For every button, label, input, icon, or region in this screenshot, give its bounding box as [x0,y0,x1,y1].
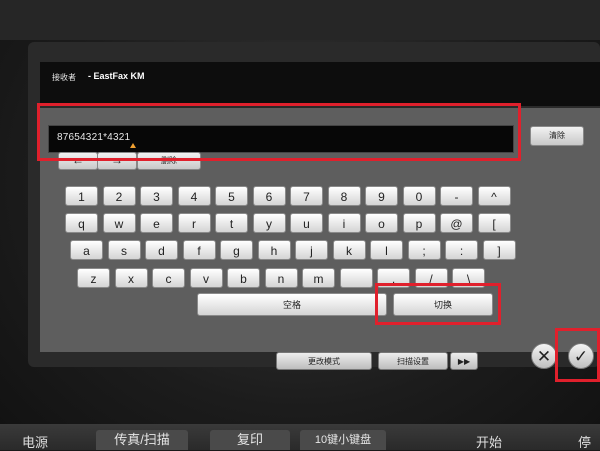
space-key[interactable]: 空格 [197,293,387,316]
close-icon: ✕ [536,347,552,366]
keyboard-key[interactable]: 8 [327,186,361,206]
keyboard-key[interactable]: t [215,213,248,233]
keyboard-key[interactable]: : [445,240,478,260]
keyboard-key[interactable]: 4 [177,186,211,206]
keyboard-key[interactable]: 6 [252,186,286,206]
keyboard-key[interactable]: j [295,240,328,260]
keyboard-key[interactable]: h [257,240,291,260]
highlight-ok-button [555,328,600,382]
keyboard-key[interactable]: e [140,213,173,233]
keyboard-key[interactable]: 9 [365,186,398,206]
keyboard-key[interactable]: u [290,213,323,233]
copy-key[interactable]: 复印 [210,430,290,450]
keyboard-key[interactable]: z [77,268,110,288]
keyboard-key[interactable]: - [440,186,473,206]
power-key-label[interactable]: 电源 [22,432,48,451]
keyboard-key[interactable]: l [370,240,403,260]
keyboard-key[interactable]: ^ [477,186,511,206]
keyboard-key[interactable] [339,268,373,288]
keyboard-key[interactable]: m [302,268,335,288]
start-key-label[interactable]: 开始 [476,432,502,451]
keyboard-key[interactable]: 0 [402,186,436,206]
keyboard-key[interactable]: g [220,240,253,260]
keyboard-key[interactable]: f [182,240,216,260]
next-page-button[interactable]: ▶▶ [450,352,478,370]
keyboard-key[interactable]: a [70,240,103,260]
keyboard-key[interactable]: [ [477,213,511,233]
scan-settings-button[interactable]: 扫描设置 [378,352,448,370]
keyboard-key[interactable]: y [252,213,286,233]
keyboard-key[interactable]: 7 [290,186,323,206]
stop-key-label[interactable]: 停 [578,432,591,451]
keyboard-key[interactable]: 1 [65,186,98,206]
keyboard-key[interactable]: k [332,240,366,260]
bezel-top [0,0,600,40]
highlight-input-box [37,103,521,161]
keyboard-key[interactable]: c [152,268,185,288]
highlight-switch-key [375,283,501,325]
keyboard-key[interactable]: p [402,213,436,233]
keyboard-key[interactable]: 2 [102,186,136,206]
clear-button[interactable]: 清除 [530,126,584,146]
change-mode-button[interactable]: 更改模式 [276,352,372,370]
fax-scan-key[interactable]: 传真/扫描 [96,430,188,450]
cancel-button[interactable]: ✕ [531,343,557,369]
keyboard-key[interactable]: x [114,268,148,288]
recipient-bar [40,62,600,106]
keyboard-key[interactable]: v [189,268,223,288]
recipient-value: - EastFax KM [88,71,145,81]
keyboard-key[interactable]: i [327,213,361,233]
keyboard-key[interactable]: r [177,213,211,233]
keyboard-key[interactable]: n [264,268,298,288]
recipient-label: 接收者 [52,73,76,82]
next-arrow-icon: ▶▶ [457,357,471,366]
keyboard-key[interactable]: @ [440,213,473,233]
keyboard-key[interactable]: ] [482,240,516,260]
keyboard-key[interactable]: o [365,213,398,233]
keyboard-key[interactable]: q [65,213,98,233]
keyboard-key[interactable]: b [227,268,260,288]
keypad-key[interactable]: 10键小键盘 [300,430,386,450]
keyboard-key[interactable]: w [102,213,136,233]
keyboard-key[interactable]: 5 [215,186,248,206]
keyboard-key[interactable]: s [107,240,141,260]
keyboard-key[interactable]: d [145,240,178,260]
keyboard-key[interactable]: ; [407,240,441,260]
keyboard-key[interactable]: 3 [140,186,173,206]
